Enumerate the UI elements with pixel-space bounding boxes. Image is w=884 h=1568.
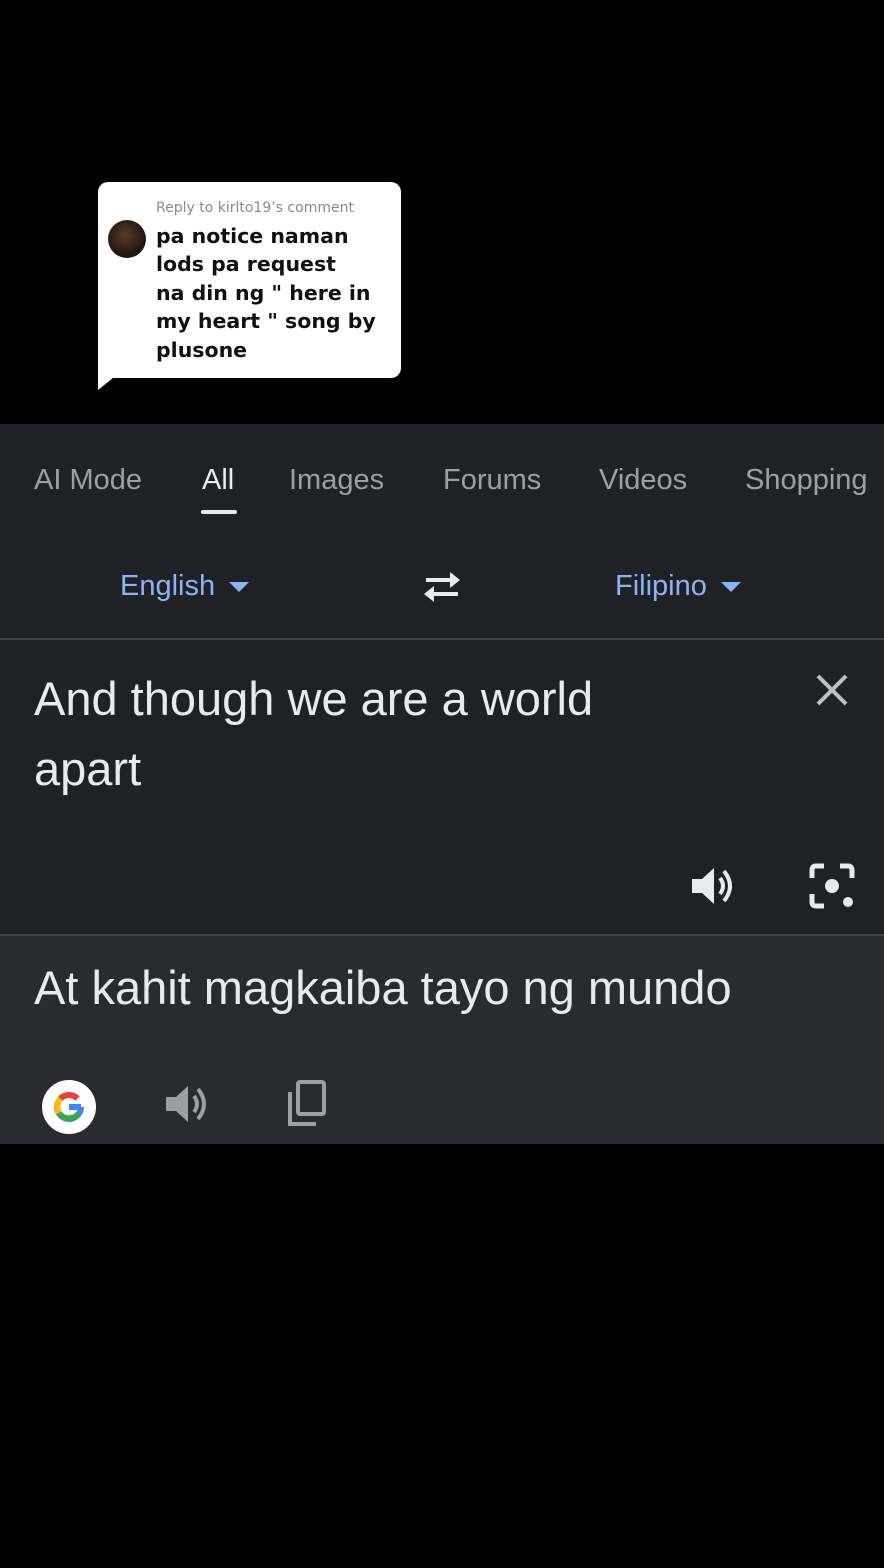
tab-forums[interactable]: Forums: [443, 464, 541, 497]
active-tab-indicator: [201, 510, 237, 514]
search-tabs: AI Mode All Images Forums Videos Shoppin…: [0, 424, 884, 524]
close-icon[interactable]: [812, 670, 852, 710]
google-translate-panel: AI Mode All Images Forums Videos Shoppin…: [0, 424, 884, 1144]
target-language-label: Filipino: [615, 570, 707, 602]
source-language-select[interactable]: English: [120, 570, 250, 603]
caret-down-icon: [229, 582, 250, 593]
comment-line: pa notice naman: [156, 224, 349, 248]
reply-header: Reply to kirlto19’s comment: [156, 200, 354, 216]
caret-down-icon: [720, 582, 741, 593]
comment-line: na din ng " here in: [156, 280, 371, 305]
source-text-input[interactable]: And though we are a world apart: [34, 664, 734, 804]
swap-icon[interactable]: [418, 566, 466, 606]
comment-text: pa notice naman lods pa request na din n…: [156, 222, 386, 364]
comment-line: my heart " song by: [156, 309, 376, 334]
bubble-tail: [98, 374, 118, 390]
avatar: [108, 220, 146, 258]
speaker-icon[interactable]: [688, 862, 738, 910]
reply-comment-bubble[interactable]: Reply to kirlto19’s comment pa notice na…: [98, 182, 401, 378]
google-logo-icon[interactable]: [42, 1080, 96, 1134]
speaker-icon[interactable]: [162, 1080, 212, 1128]
target-language-select[interactable]: Filipino: [615, 570, 741, 603]
copy-icon[interactable]: [284, 1078, 330, 1130]
divider: [0, 638, 884, 640]
comment-line: plusone: [156, 337, 248, 362]
tab-ai-mode[interactable]: AI Mode: [34, 464, 142, 497]
source-text-line: And though we are a world: [34, 672, 594, 725]
tab-all[interactable]: All: [202, 464, 234, 497]
tab-shopping[interactable]: Shopping: [745, 464, 868, 497]
source-language-label: English: [120, 570, 216, 602]
tab-images[interactable]: Images: [289, 464, 384, 497]
translated-text: At kahit magkaiba tayo ng mundo: [34, 961, 732, 1014]
lens-icon[interactable]: [806, 860, 858, 912]
comment-line: lods pa request: [156, 252, 336, 277]
source-text-line: apart: [34, 742, 142, 795]
tab-videos[interactable]: Videos: [599, 464, 687, 497]
